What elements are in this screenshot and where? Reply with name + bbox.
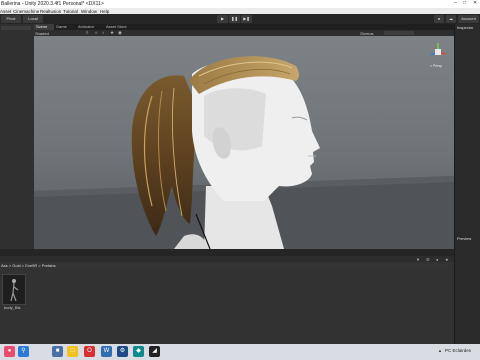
- asset-grid: [0, 269, 454, 344]
- axis-gizmo-icon: [430, 43, 447, 56]
- breadcrumb-path[interactable]: Ass > Gold > Eve9R > Prefabs: [1, 263, 56, 268]
- step-button[interactable]: ▶❚: [241, 15, 252, 23]
- pivot-label: Pivot: [6, 16, 16, 21]
- local-button[interactable]: Local: [23, 15, 43, 23]
- windows-taskbar: ● ⚲ ■ □ O W ⚙ ◆ ◢ ▲ PC Eclairdes: [0, 344, 480, 360]
- persp-label[interactable]: < Persp: [430, 64, 442, 68]
- menu-help[interactable]: Help: [100, 9, 109, 14]
- menu-tutorial[interactable]: Tutorial: [63, 9, 78, 14]
- shading-mode-dropdown[interactable]: Shaded: [35, 31, 49, 36]
- maximize-icon[interactable]: □: [463, 0, 466, 6]
- scene-viewport[interactable]: < Persp: [34, 36, 454, 249]
- gizmos-dropdown[interactable]: Gizmos: [360, 31, 374, 36]
- asset-name: body_Bis: [4, 305, 21, 310]
- steam-icon[interactable]: ⚙: [117, 346, 128, 357]
- start-app-icon[interactable]: ●: [4, 346, 15, 357]
- menu-window[interactable]: Window: [81, 9, 97, 14]
- orientation-gizmo[interactable]: < Persp: [428, 42, 448, 70]
- audio-toggle-icon[interactable]: ♪: [102, 30, 104, 35]
- search-icon[interactable]: ⚲: [18, 346, 29, 357]
- play-button[interactable]: ▶: [217, 15, 228, 23]
- inspector-panel: Inspector Preview: [454, 24, 480, 344]
- unity-icon[interactable]: ◢: [149, 346, 160, 357]
- word-icon[interactable]: W: [101, 346, 112, 357]
- opera-icon[interactable]: O: [84, 346, 95, 357]
- scene-search[interactable]: [384, 31, 414, 35]
- pivot-button[interactable]: Pivot: [1, 15, 21, 23]
- figure-thumbnail-icon: [10, 279, 19, 302]
- local-label: Local: [28, 16, 38, 21]
- account-button[interactable]: Account: [458, 15, 479, 23]
- menu-cinemachine[interactable]: Cinemachine: [13, 9, 39, 14]
- pause-button[interactable]: ❚❚: [229, 15, 240, 23]
- main-toolbar: Pivot Local ▶ ❚❚ ▶❚ ● ☁ Account: [0, 14, 480, 24]
- file-explorer-icon[interactable]: □: [67, 346, 78, 357]
- menu-realtusion[interactable]: Realtusion: [40, 9, 61, 14]
- system-tray-icon[interactable]: ▲: [438, 348, 442, 353]
- preview-label: Preview: [457, 236, 472, 241]
- breadcrumb: Ass > Gold > Eve9R > Prefabs: [0, 262, 454, 269]
- window-title: Ballerina - Unity 2020.3.4f1 Personal* <…: [1, 1, 104, 7]
- cloud-icon[interactable]: ☁: [446, 15, 456, 23]
- minimize-icon[interactable]: –: [454, 0, 457, 6]
- tab-inspector[interactable]: Inspector: [457, 25, 473, 30]
- asset-thumbnail[interactable]: [2, 274, 26, 305]
- hierarchy-search[interactable]: [1, 26, 31, 30]
- project-tab-bar: [0, 249, 454, 256]
- task-view-icon[interactable]: ■: [52, 346, 63, 357]
- browser-icon[interactable]: ◆: [133, 346, 144, 357]
- account-label: Account: [461, 16, 476, 21]
- title-bar: Ballerina - Unity 2020.3.4f1 Personal* <…: [0, 0, 480, 8]
- collab-icon[interactable]: ●: [434, 15, 444, 23]
- menu-asset[interactable]: Asset: [0, 9, 11, 14]
- hierarchy-panel: [0, 24, 34, 249]
- 2d-toggle-icon[interactable]: ◊: [86, 30, 88, 35]
- scene-render: [34, 56, 454, 249]
- close-icon[interactable]: ✕: [473, 0, 477, 6]
- lighting-toggle-icon[interactable]: ☼: [94, 30, 98, 35]
- taskbar-user[interactable]: PC Eclairdes: [445, 348, 471, 353]
